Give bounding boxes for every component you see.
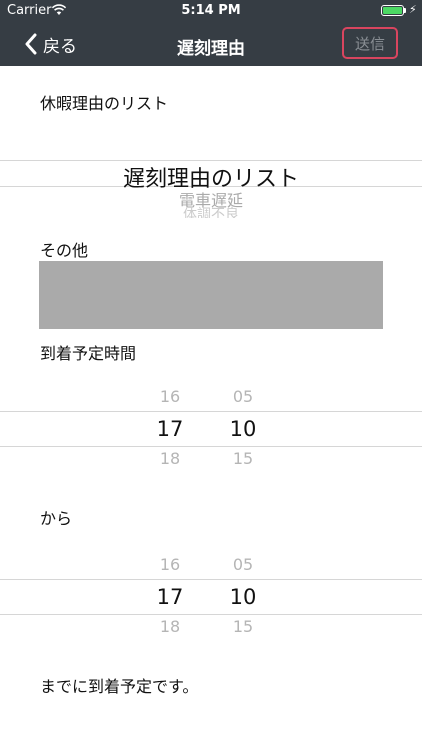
picker-selection-line — [0, 446, 422, 447]
hour-selected: 17 — [156, 585, 184, 609]
minute-selected: 10 — [229, 585, 257, 609]
other-label: その他 — [40, 241, 89, 260]
battery-tip — [404, 8, 406, 13]
navigation-bar: 戻る 遅刻理由 送信 — [0, 22, 422, 66]
arrival-note: までに到着予定です。 — [40, 677, 199, 696]
hour-option[interactable]: 18 — [145, 617, 195, 636]
reason-picker[interactable]: 遅刻理由のリスト 電車遅延 体調不良 — [0, 160, 422, 218]
from-time-picker[interactable]: 16 17 18 05 10 15 — [0, 555, 422, 649]
reason-list-label: 休暇理由のリスト — [40, 94, 169, 113]
minute-option[interactable]: 05 — [218, 387, 268, 406]
other-text-area[interactable] — [39, 261, 383, 329]
picker-selection-line — [0, 579, 422, 580]
status-time: 5:14 PM — [181, 3, 241, 18]
hour-option[interactable]: 16 — [145, 555, 195, 574]
reason-picker-option[interactable]: 体調不良 — [0, 204, 422, 218]
hour-option[interactable]: 16 — [145, 387, 195, 406]
hour-option[interactable]: 18 — [145, 449, 195, 468]
arrival-time-label: 到着予定時間 — [40, 344, 137, 363]
hour-selected: 17 — [156, 417, 184, 441]
charging-bolt-icon: ⚡ — [409, 3, 417, 16]
picker-selection-line — [0, 411, 422, 412]
arrival-time-picker[interactable]: 16 17 18 05 10 15 — [0, 387, 422, 481]
send-button[interactable]: 送信 — [342, 27, 398, 59]
minute-option[interactable]: 05 — [218, 555, 268, 574]
from-label: から — [40, 509, 73, 528]
minute-option[interactable]: 15 — [218, 449, 268, 468]
picker-selection-line — [0, 614, 422, 615]
battery-icon — [381, 5, 404, 16]
status-bar: Carrier 5:14 PM ⚡ — [0, 0, 422, 22]
minute-selected: 10 — [229, 417, 257, 441]
minute-option[interactable]: 15 — [218, 617, 268, 636]
